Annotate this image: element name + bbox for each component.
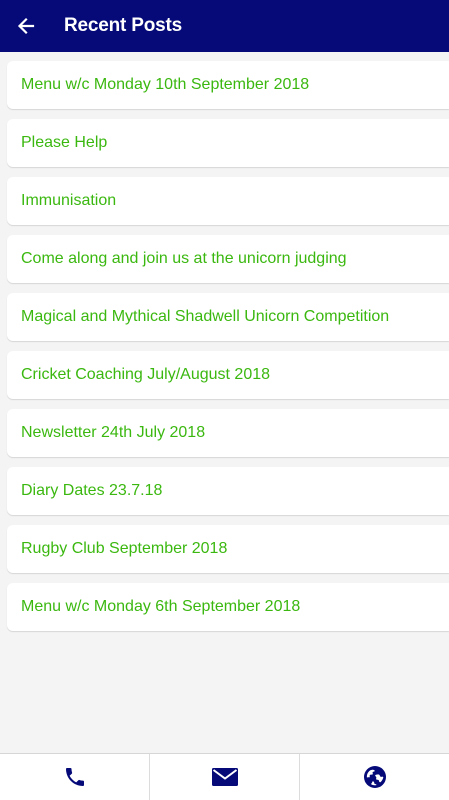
tab-website[interactable] (299, 754, 449, 800)
page-title: Recent Posts (64, 15, 182, 36)
post-title: Rugby Club September 2018 (21, 540, 228, 557)
post-title: Magical and Mythical Shadwell Unicorn Co… (21, 308, 390, 325)
post-item[interactable]: Newsletter 24th July 2018 (7, 409, 449, 457)
bottom-tab-bar (0, 753, 449, 800)
post-title: Immunisation (21, 192, 117, 209)
post-title: Please Help (21, 134, 108, 151)
phone-icon (65, 768, 84, 786)
globe-icon (363, 766, 386, 788)
post-title: Menu w/c Monday 10th September 2018 (21, 76, 310, 93)
post-item[interactable]: Rugby Club September 2018 (7, 525, 449, 573)
post-item[interactable]: Menu w/c Monday 6th September 2018 (7, 583, 449, 631)
tab-email[interactable] (149, 754, 299, 800)
post-title: Menu w/c Monday 6th September 2018 (21, 598, 301, 615)
arrow-left-icon (17, 17, 35, 35)
post-title: Come along and join us at the unicorn ju… (21, 250, 347, 267)
app-header: Recent Posts (0, 0, 449, 52)
back-button[interactable] (0, 0, 52, 52)
post-item[interactable]: Magical and Mythical Shadwell Unicorn Co… (7, 293, 449, 341)
post-item[interactable]: Come along and join us at the unicorn ju… (7, 235, 449, 283)
post-item[interactable]: Immunisation (7, 177, 449, 225)
envelope-icon (211, 768, 238, 786)
post-item[interactable]: Menu w/c Monday 10th September 2018 (7, 61, 449, 109)
tab-phone[interactable] (0, 754, 149, 800)
post-item[interactable]: Please Help (7, 119, 449, 167)
post-list: Menu w/c Monday 10th September 2018 Plea… (7, 61, 449, 641)
post-title: Cricket Coaching July/August 2018 (21, 366, 271, 383)
post-title: Diary Dates 23.7.18 (21, 482, 163, 499)
post-title: Newsletter 24th July 2018 (21, 424, 206, 441)
post-item[interactable]: Cricket Coaching July/August 2018 (7, 351, 449, 399)
post-item[interactable]: Diary Dates 23.7.18 (7, 467, 449, 515)
